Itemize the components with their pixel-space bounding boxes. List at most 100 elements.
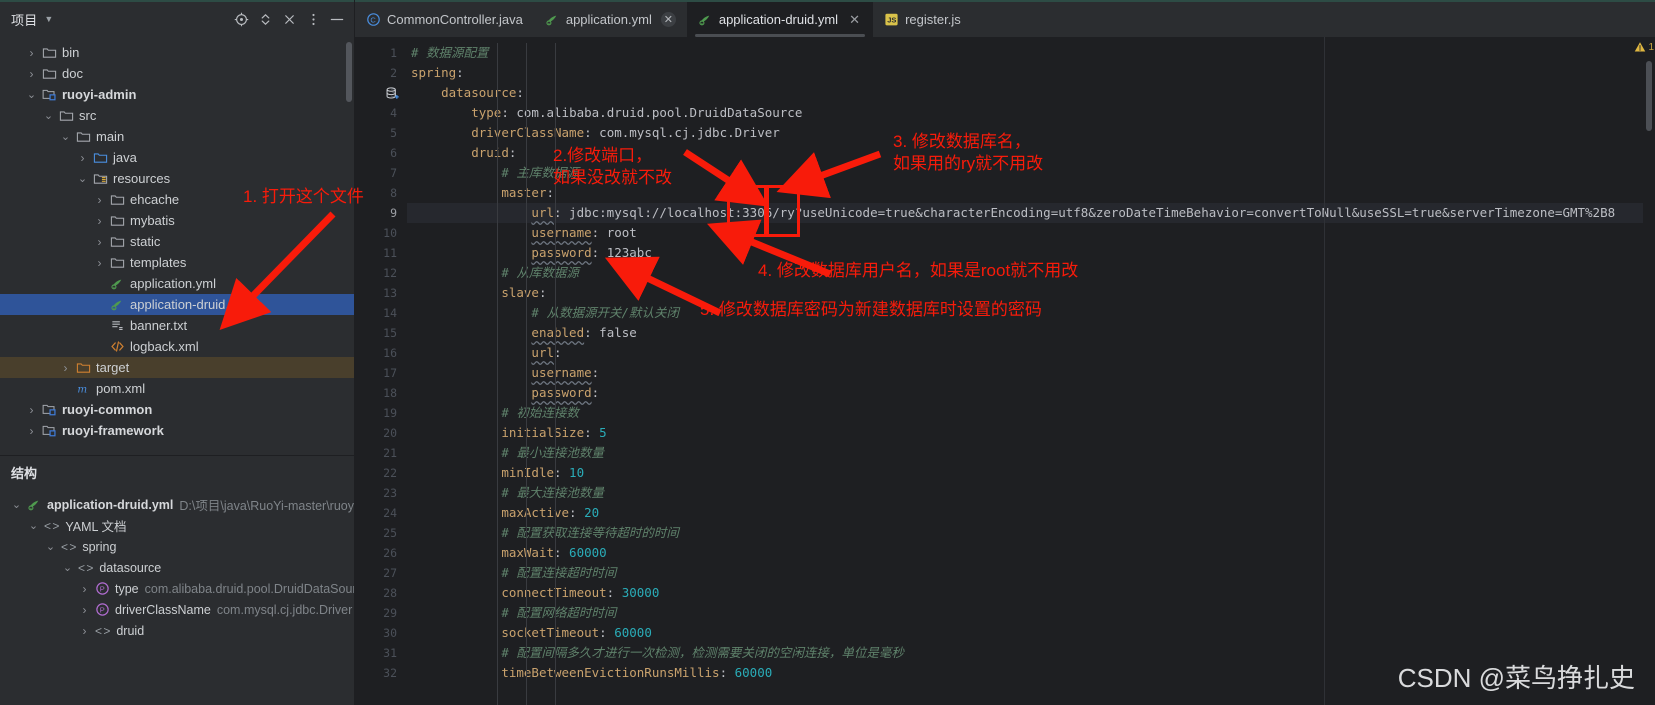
code-line[interactable]: initialSize: 5 <box>407 423 1655 443</box>
close-icon[interactable]: ✕ <box>847 12 862 27</box>
code-line[interactable]: url: <box>407 343 1655 363</box>
chevron-down-icon[interactable]: ⌄ <box>25 88 38 101</box>
project-tree-item-static[interactable]: › static <box>0 231 354 252</box>
structure-item-datasource[interactable]: ⌄ < > datasource <box>0 557 354 578</box>
project-tree-item-src[interactable]: ⌄ src <box>0 105 354 126</box>
code-line[interactable]: socketTimeout: 60000 <box>407 623 1655 643</box>
chevron-right-icon[interactable]: › <box>25 403 38 417</box>
code-line[interactable]: username: <box>407 363 1655 383</box>
project-tree-item-mybatis[interactable]: › mybatis <box>0 210 354 231</box>
project-tree-item-resources[interactable]: ⌄ resources <box>0 168 354 189</box>
collapse-all-icon[interactable] <box>278 9 300 31</box>
code-line[interactable]: master: <box>407 183 1655 203</box>
structure-item-type[interactable]: › Ptype com.alibaba.druid.pool.DruidDataSo… <box>0 578 355 599</box>
editor-tab-application-yml[interactable]: application.yml ✕ <box>534 2 687 37</box>
code-line[interactable]: # 从库数据源 <box>407 263 1655 283</box>
chevron-right-icon[interactable]: › <box>76 151 89 165</box>
editor-area[interactable]: 1 2 3 4 5 6 7 8 9 10 11 12 13 14 15 16 17 18 19 20 21 22 23 24 2… <box>355 37 1655 705</box>
project-tree-item-ruoyi-common[interactable]: › ruoyi-common <box>0 399 354 420</box>
project-tree-scrollbar[interactable] <box>346 42 352 102</box>
chevron-right-icon[interactable]: › <box>25 46 38 60</box>
chevron-down-icon[interactable]: ⌄ <box>61 561 74 574</box>
structure-item-spring[interactable]: ⌄ < > spring <box>0 536 354 557</box>
structure-item-yaml-文档[interactable]: ⌄ < > YAML 文档 <box>0 515 354 536</box>
code-line[interactable]: slave: <box>407 283 1655 303</box>
code-line[interactable]: # 配置网络超时时间 <box>407 603 1655 623</box>
code-line[interactable]: enabled: false <box>407 323 1655 343</box>
chevron-down-icon[interactable]: ▼ <box>44 15 53 24</box>
editor-scroll-thumb[interactable] <box>1646 61 1652 131</box>
chevron-right-icon[interactable]: › <box>59 361 72 375</box>
editor-code[interactable]: # 数据源配置 spring: datasource: type: com.ali… <box>407 37 1655 705</box>
code-line[interactable]: driverClassName: com.mysql.cj.jdbc.Drive… <box>407 123 1655 143</box>
chevron-right-icon[interactable]: › <box>93 193 106 207</box>
code-line[interactable]: datasource: <box>407 83 1655 103</box>
code-line[interactable]: # 配置间隔多久才进行一次检测，检测需要关闭的空闲连接，单位是毫秒 <box>407 643 1655 663</box>
chevron-down-icon[interactable]: ⌄ <box>27 519 40 532</box>
chevron-right-icon[interactable]: › <box>25 424 38 438</box>
code-line[interactable]: # 配置获取连接等待超时的时间 <box>407 523 1655 543</box>
editor-warning-indicator[interactable]: 1 <box>1634 41 1654 53</box>
chevron-right-icon[interactable]: › <box>93 256 106 270</box>
editor-gutter[interactable]: 1 2 3 4 5 6 7 8 9 10 11 12 13 14 15 16 17 18 19 20 21 22 23 24 2… <box>355 37 407 705</box>
code-line[interactable]: # 配置连接超时时间 <box>407 563 1655 583</box>
project-tree-item-java[interactable]: › java <box>0 147 354 168</box>
chevron-right-icon[interactable]: › <box>78 582 91 596</box>
code-line[interactable]: timeBetweenEvictionRunsMillis: 60000 <box>407 663 1655 683</box>
chevron-right-icon[interactable]: › <box>78 603 91 617</box>
more-options-icon[interactable] <box>302 9 324 31</box>
code-line[interactable]: maxWait: 60000 <box>407 543 1655 563</box>
hide-panel-icon[interactable] <box>326 9 348 31</box>
chevron-down-icon[interactable]: ⌄ <box>59 130 72 143</box>
code-line[interactable]: # 主库数据源 <box>407 163 1655 183</box>
code-line[interactable]: # 初始连接数 <box>407 403 1655 423</box>
code-line[interactable]: type: com.alibaba.druid.pool.DruidDataSo… <box>407 103 1655 123</box>
project-tree-item-doc[interactable]: › doc <box>0 63 354 84</box>
project-tree-item-main[interactable]: ⌄ main <box>0 126 354 147</box>
code-line[interactable]: password: <box>407 383 1655 403</box>
structure-item-druid[interactable]: › < > druid <box>0 620 354 641</box>
structure-tree[interactable]: ⌄ application-druid.yml D:\项目\java\RuoYi-m… <box>0 488 354 705</box>
code-line[interactable]: password: 123abc <box>407 243 1655 263</box>
code-line[interactable]: minIdle: 10 <box>407 463 1655 483</box>
project-tree-item-bin[interactable]: › bin <box>0 42 354 63</box>
code-line[interactable]: druid: <box>407 143 1655 163</box>
code-line[interactable]: username: root <box>407 223 1655 243</box>
chevron-down-icon[interactable]: ⌄ <box>44 540 57 553</box>
project-tree-item-logback-xml[interactable]: ›logback.xml <box>0 336 354 357</box>
editor-scrollbar[interactable]: 1 <box>1635 37 1655 705</box>
datasource-icon[interactable] <box>385 86 399 99</box>
code-line[interactable]: # 最大连接池数量 <box>407 483 1655 503</box>
code-line[interactable]: maxActive: 20 <box>407 503 1655 523</box>
editor-tab-application-druid-yml[interactable]: application-druid.yml ✕ <box>686 2 874 37</box>
locate-icon[interactable] <box>230 9 252 31</box>
chevron-right-icon[interactable]: › <box>25 67 38 81</box>
structure-item-driverclassname[interactable]: › PdriverClassName com.mysql.cj.jdbc.Drive… <box>0 599 354 620</box>
chevron-right-icon[interactable]: › <box>78 624 91 638</box>
structure-item-application-druid-yml[interactable]: ⌄ application-druid.yml D:\项目\java\RuoYi-m… <box>0 494 354 515</box>
chevron-down-icon[interactable]: ⌄ <box>10 498 23 511</box>
chevron-down-icon[interactable]: ⌄ <box>76 172 89 185</box>
project-tree-item-ehcache[interactable]: › ehcache <box>0 189 354 210</box>
close-icon[interactable]: ✕ <box>660 12 676 27</box>
code-line[interactable]: spring: <box>407 63 1655 83</box>
code-line[interactable]: url: jdbc:mysql://localhost:3306/ry?useU… <box>407 203 1655 223</box>
chevron-down-icon[interactable]: ⌄ <box>42 109 55 122</box>
editor-tab-register-js[interactable]: JS register.js <box>873 2 972 37</box>
editor-tab-commoncontroller-java[interactable]: C CommonController.java <box>355 2 534 37</box>
project-tree-item-templates[interactable]: › templates <box>0 252 354 273</box>
expand-collapse-icon[interactable] <box>254 9 276 31</box>
project-tree-item-ruoyi-framework[interactable]: › ruoyi-framework <box>0 420 354 441</box>
project-tree-item-target[interactable]: › target <box>0 357 354 378</box>
code-line[interactable]: # 最小连接池数量 <box>407 443 1655 463</box>
project-tree-item-application-yml[interactable]: ›application.yml <box>0 273 354 294</box>
editor-tabbar[interactable]: C CommonController.java application.yml ✕ ap… <box>355 0 1655 37</box>
project-tree[interactable]: › bin › doc ⌄ ruoyi-admin ⌄ src ⌄ main › java ⌄ resou… <box>0 37 354 455</box>
code-line[interactable]: # 数据源配置 <box>407 43 1655 63</box>
project-tree-item-ruoyi-admin[interactable]: ⌄ ruoyi-admin <box>0 84 354 105</box>
code-line[interactable]: # 从数据源开关/默认关闭 <box>407 303 1655 323</box>
project-tree-item-application-druid-yml[interactable]: ›application-druid.yml <box>0 294 354 315</box>
project-tree-item-banner-txt[interactable]: ›banner.txt <box>0 315 354 336</box>
project-tree-item-pom-xml[interactable]: ›mpom.xml <box>0 378 354 399</box>
chevron-right-icon[interactable]: › <box>93 214 106 228</box>
